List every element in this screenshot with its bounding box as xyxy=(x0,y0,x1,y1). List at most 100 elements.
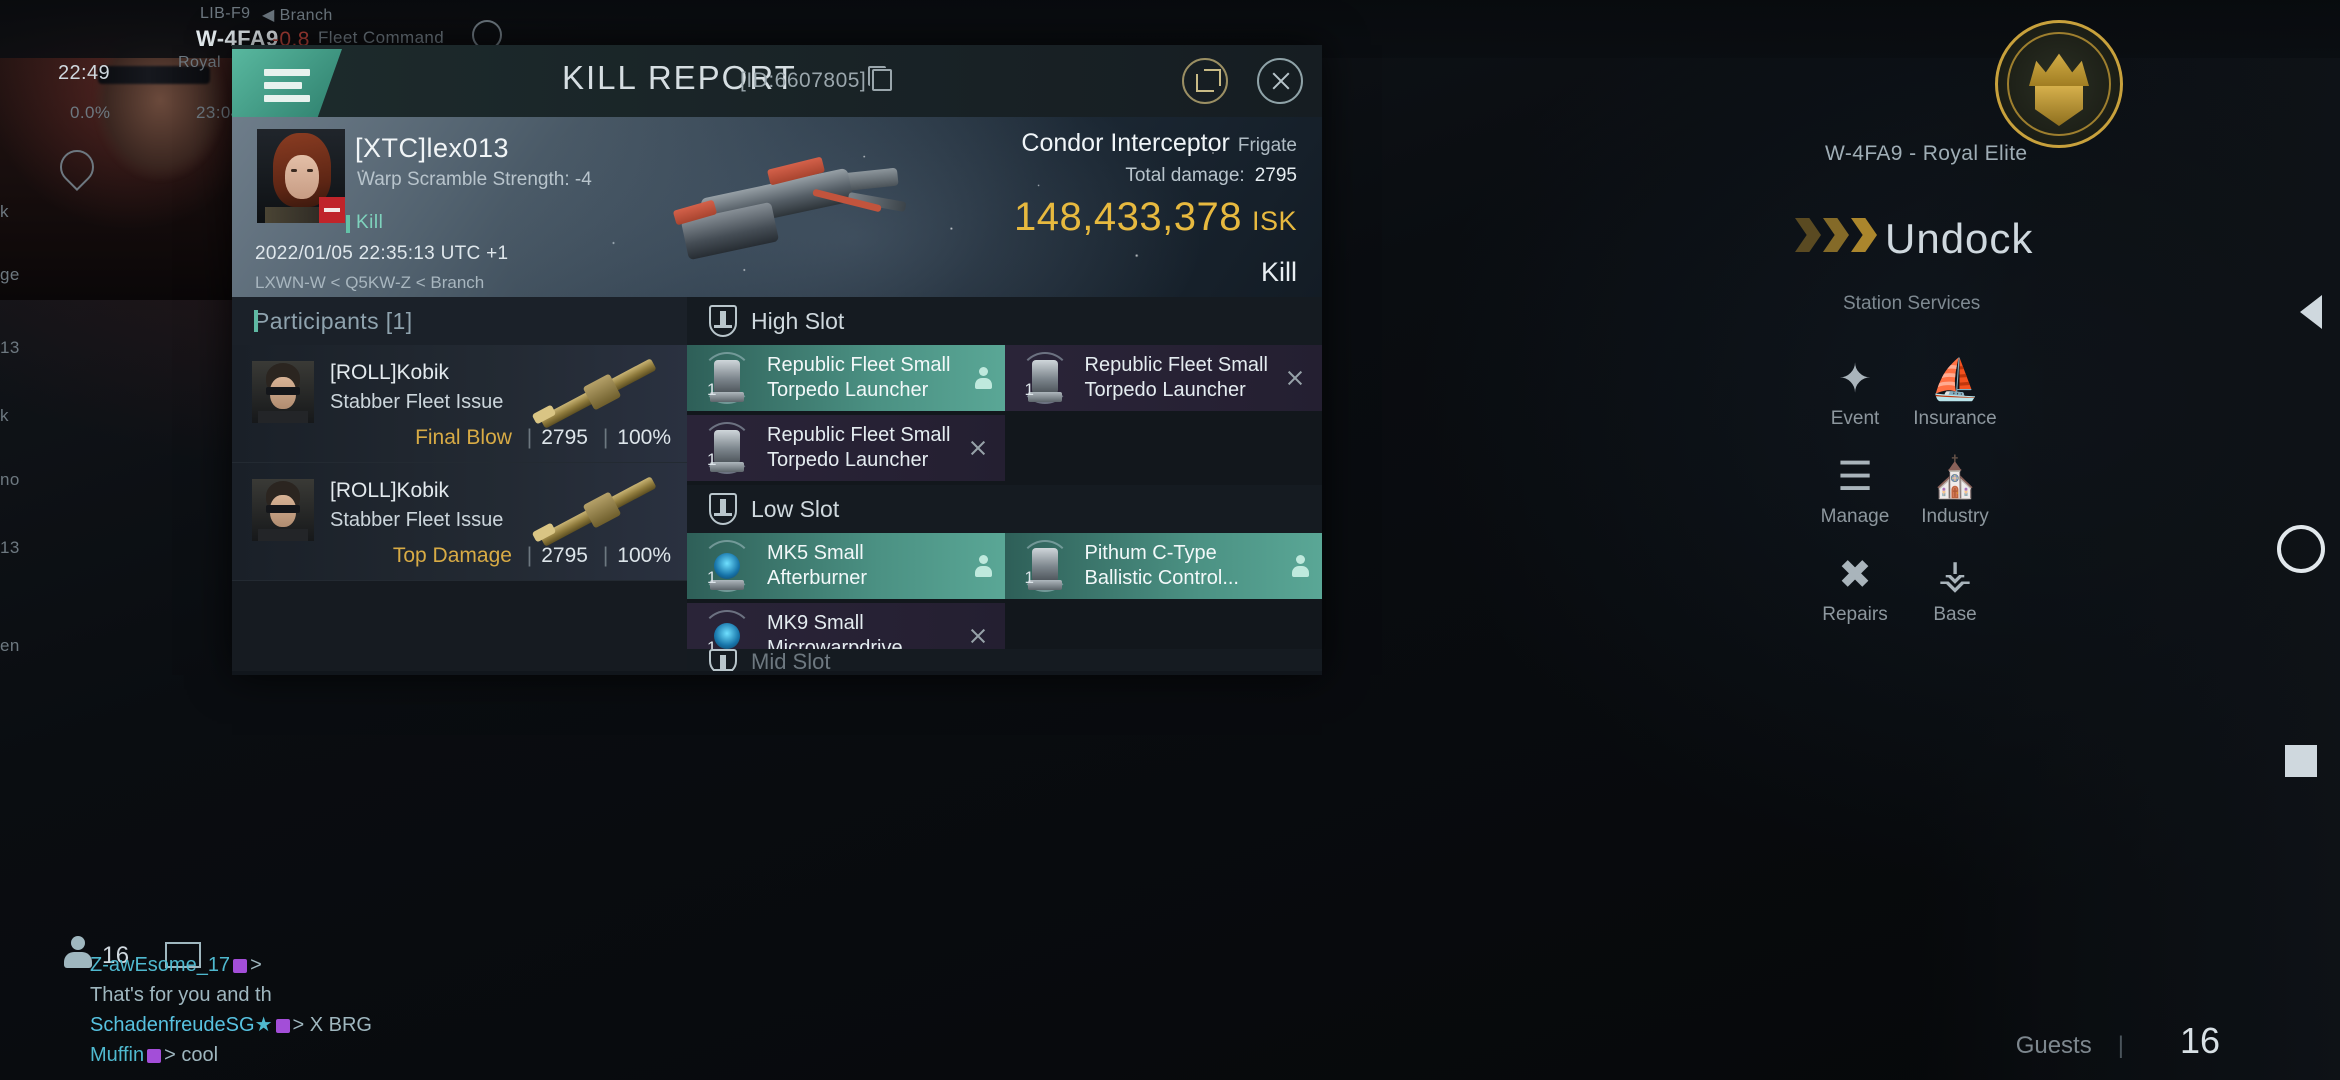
side-text-no: no xyxy=(0,470,20,489)
chat-log[interactable]: Z-awEsome_17 > That's for you and th Scha… xyxy=(90,950,372,1070)
royal-label: Royal xyxy=(178,54,221,71)
victim-hero-banner: [XTC]lex013 Warp Scramble Strength: -4 K… xyxy=(232,117,1322,297)
service-label: Insurance xyxy=(1913,408,1997,429)
isk-value: 148,433,378 ISK xyxy=(1014,195,1297,239)
chat-tag-icon xyxy=(275,1018,290,1033)
module-item[interactable]: 1 Republic Fleet Small Torpedo Launcher xyxy=(1004,345,1322,411)
torpedo-launcher-icon: 1 xyxy=(701,422,753,474)
module-item[interactable]: 1 MK5 Small Afterburner xyxy=(687,533,1005,599)
guests-counter: Guests | 16 xyxy=(2015,1020,2220,1061)
participant-ship: Stabber Fleet Issue xyxy=(330,391,504,413)
table-row[interactable]: [ROLL]Kobik Stabber Fleet Issue Top Dama… xyxy=(232,463,687,581)
table-row[interactable]: [ROLL]Kobik Stabber Fleet Issue Final Bl… xyxy=(232,345,687,463)
participants-panel: Participants [1] [ROLL]Kobik Stabber Fle… xyxy=(232,297,687,671)
module-item[interactable]: 1 Republic Fleet Small Torpedo Launcher xyxy=(687,345,1005,411)
autocannon-icon xyxy=(531,476,665,549)
chat-line: Z-awEsome_17 > xyxy=(90,954,262,976)
module-item[interactable]: 1 Republic Fleet Small Torpedo Launcher xyxy=(687,415,1005,481)
destroyed-icon xyxy=(1286,369,1304,387)
service-base[interactable]: ⚶ Base xyxy=(1895,546,2015,626)
kill-location: LXWN-W < Q5KW-Z < Branch xyxy=(255,273,485,292)
side-text-en: en xyxy=(0,636,20,655)
participant-role: Top Damage xyxy=(392,544,512,567)
looted-icon xyxy=(974,367,992,389)
undock-button[interactable]: Undock xyxy=(1885,215,2033,263)
module-item[interactable]: 1 Pithum C-Type Ballistic Control... xyxy=(1004,533,1322,599)
service-industry[interactable]: ⛪ Industry xyxy=(1895,448,2015,528)
slot-low-icon xyxy=(709,493,737,525)
share-icon[interactable] xyxy=(1182,58,1228,104)
chat-line: That's for you and th xyxy=(90,984,272,1006)
side-number-1: 13 xyxy=(0,338,20,357)
chat-line: Muffin > cool xyxy=(90,1044,219,1066)
slot-high-icon xyxy=(709,305,737,337)
avatar[interactable] xyxy=(257,129,345,223)
module-qty: 1 xyxy=(707,450,717,469)
status-badge xyxy=(319,197,345,223)
close-icon[interactable] xyxy=(1257,58,1303,104)
module-qty: 1 xyxy=(1024,380,1034,399)
kill-label: Kill xyxy=(1260,257,1297,287)
slot-title: Low Slot xyxy=(751,495,840,522)
cargo-percent: 0.0% xyxy=(70,103,111,122)
high-slot-modules: 1 Republic Fleet Small Torpedo Launcher xyxy=(687,345,1322,485)
torpedo-launcher-icon: 1 xyxy=(1018,352,1071,404)
side-text-k2: k xyxy=(0,406,9,425)
module-qty: 1 xyxy=(707,568,717,587)
high-slot-header: High Slot xyxy=(687,297,1322,345)
ship-render xyxy=(662,135,912,285)
module-name: Republic Fleet Small Torpedo Launcher xyxy=(1084,354,1268,401)
slot-title: High Slot xyxy=(751,307,845,334)
station-name: W-4FA9 - Royal Elite xyxy=(1825,142,2028,165)
quick-action-circle-button[interactable] xyxy=(2277,525,2325,573)
factory-icon: ⛪ xyxy=(1930,455,1980,500)
chat-tag-icon xyxy=(147,1048,162,1063)
station-services-label: Station Services xyxy=(1843,293,1981,314)
service-label: Base xyxy=(1933,604,1977,625)
members-icon xyxy=(60,936,94,970)
quick-action-square-button[interactable] xyxy=(2285,745,2317,777)
participant-percent: 100% xyxy=(617,426,671,449)
afterburner-icon: 1 xyxy=(701,540,753,592)
hamburger-icon[interactable] xyxy=(232,49,342,117)
side-number-2: 13 xyxy=(0,538,20,557)
module-name: MK5 Small Afterburner xyxy=(767,542,868,589)
destroyed-icon xyxy=(969,627,987,645)
participant-name: [ROLL]Kobik xyxy=(330,361,450,384)
avatar xyxy=(252,479,314,541)
fitting-panel: High Slot 1 Republic Fleet Small Torpedo… xyxy=(687,297,1322,671)
participant-role: Final Blow xyxy=(415,426,512,449)
slot-mid-icon xyxy=(709,649,737,671)
chat-tag-icon xyxy=(233,958,248,973)
participant-name: [ROLL]Kobik xyxy=(330,479,450,502)
modal-body: Participants [1] [ROLL]Kobik Stabber Fle… xyxy=(232,297,1322,671)
kill-report-modal: KILL REPORT [ID:6607805] [XTC]lex013 War… xyxy=(232,45,1322,675)
side-text-k1: k xyxy=(0,202,9,221)
base-icon: ⚶ xyxy=(1938,553,1972,597)
destroyed-icon xyxy=(969,439,987,457)
kill-tag: Kill xyxy=(345,212,384,233)
victim-name[interactable]: [XTC]lex013 xyxy=(355,133,509,164)
chat-line: SchadenfreudeSG★ > X BRG xyxy=(90,1014,372,1036)
avatar xyxy=(252,361,314,423)
screen: LIB-F9 ◀ Branch W-4FA9 -0.8 Fleet Comman… xyxy=(0,0,2340,1080)
kill-timestamp: 2022/01/05 22:35:13 UTC +1 xyxy=(255,243,509,264)
participant-ship: Stabber Fleet Issue xyxy=(330,509,504,531)
side-text-ge: ge xyxy=(0,265,20,284)
torpedo-launcher-icon: 1 xyxy=(701,352,753,404)
looted-icon xyxy=(1292,555,1309,577)
looted-icon xyxy=(974,555,992,577)
service-insurance[interactable]: ⛵ Insurance xyxy=(1895,350,2015,430)
collapse-sidebar-arrow-icon[interactable] xyxy=(2300,295,2322,329)
lib-label: LIB-F9 xyxy=(200,5,251,22)
participant-stats: Top Damage | 2795 | 100% xyxy=(392,544,671,567)
copy-icon[interactable] xyxy=(868,66,892,91)
low-slot-header: Low Slot xyxy=(687,485,1322,533)
undock-chevrons-icon xyxy=(1795,218,1877,252)
mid-slot-header-peek[interactable]: Mid Slot xyxy=(687,649,1322,671)
total-damage: Total damage: 2795 xyxy=(1125,165,1297,186)
shield-icon: ⛵ xyxy=(1930,357,1980,402)
participant-damage: 2795 xyxy=(541,544,588,567)
slot-title: Mid Slot xyxy=(751,649,831,671)
participant-damage: 2795 xyxy=(541,426,588,449)
